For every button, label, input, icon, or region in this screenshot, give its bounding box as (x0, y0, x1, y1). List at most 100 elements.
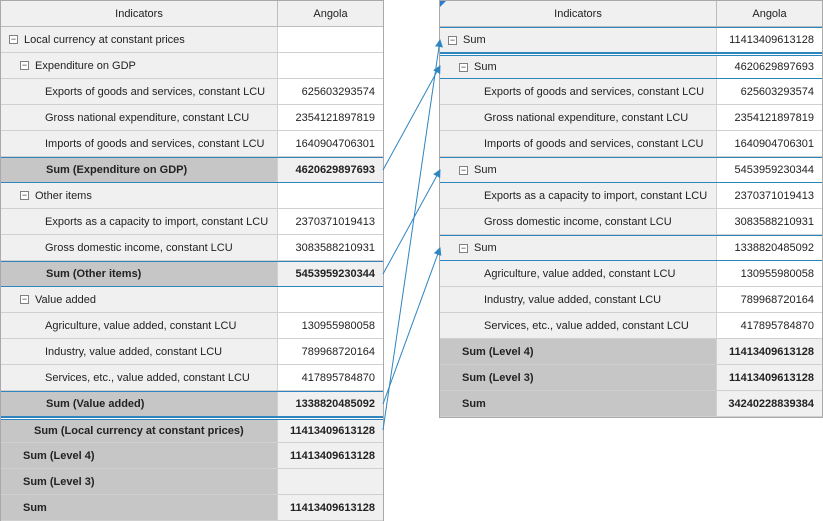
value-cell: 34240228839384 (717, 391, 822, 416)
row-label: Gross national expenditure, constant LCU (484, 111, 689, 124)
country-column-header[interactable]: Angola (278, 1, 383, 26)
row-label: Sum (474, 61, 497, 73)
sum-row[interactable]: Sum (Other items) 5453959230344 (1, 261, 383, 287)
value-cell: 3083588210931 (278, 235, 383, 260)
row-label: Sum (462, 397, 486, 410)
sum-row[interactable]: Sum (Value added) 1338820485092 (1, 391, 383, 417)
collapse-minus-icon[interactable]: − (9, 35, 18, 44)
right-table-header: Indicators Angola (440, 1, 822, 27)
row-label: Exports as a capacity to import, constan… (45, 215, 269, 228)
indicator-row[interactable]: Industry, value added, constant LCU 78996… (440, 287, 822, 313)
indicator-row[interactable]: Services, etc., value added, constant LC… (1, 365, 383, 391)
row-label: Services, etc., value added, constant LC… (45, 371, 250, 384)
value-cell (278, 53, 383, 78)
row-label: Gross domestic income, constant LCU (484, 215, 672, 228)
indicator-row[interactable]: Exports of goods and services, constant … (440, 79, 822, 105)
value-cell: 11413409613128 (717, 339, 822, 364)
value-cell: 3083588210931 (717, 209, 822, 234)
indicator-row[interactable]: Exports as a capacity to import, constan… (1, 209, 383, 235)
value-cell: 1640904706301 (717, 131, 822, 156)
left-table-header: Indicators Angola (1, 1, 383, 27)
indicator-row[interactable]: Industry, value added, constant LCU 78996… (1, 339, 383, 365)
corner-marker-icon (440, 1, 446, 7)
row-label: Imports of goods and services, constant … (45, 137, 265, 150)
value-cell: 5453959230344 (278, 262, 383, 286)
right-table-body: − Sum 11413409613128− Sum 4620629897693 Expor… (440, 27, 822, 417)
group-row[interactable]: − Other items (1, 183, 383, 209)
country-column-header[interactable]: Angola (717, 1, 822, 26)
row-label: Gross national expenditure, constant LCU (45, 111, 250, 124)
indicator-row[interactable]: Gross national expenditure, constant LCU… (440, 105, 822, 131)
value-cell: 130955980058 (717, 261, 822, 286)
sum-row[interactable]: Sum (Level 3) 11413409613128 (440, 365, 822, 391)
value-cell: 11413409613128 (717, 365, 822, 390)
group-row[interactable]: − Value added (1, 287, 383, 313)
row-label: Agriculture, value added, constant LCU (484, 267, 676, 280)
indicator-row[interactable]: Gross domestic income, constant LCU 30835… (1, 235, 383, 261)
value-cell: 2370371019413 (278, 209, 383, 234)
sum-row[interactable]: Sum (Local currency at constant prices) 1… (1, 417, 383, 443)
value-cell: 2354121897819 (278, 105, 383, 130)
collapse-minus-icon[interactable]: − (20, 295, 29, 304)
right-pivot-table: Indicators Angola − Sum 11413409613128− Sum… (439, 0, 823, 418)
group-row[interactable]: − Sum 1338820485092 (440, 235, 822, 261)
indicator-row[interactable]: Exports of goods and services, constant … (1, 79, 383, 105)
indicator-row[interactable]: Gross national expenditure, constant LCU… (1, 105, 383, 131)
value-cell: 4620629897693 (278, 158, 383, 182)
indicator-row[interactable]: Agriculture, value added, constant LCU 13… (440, 261, 822, 287)
row-label: Sum (474, 242, 497, 254)
indicator-row[interactable]: Exports as a capacity to import, constan… (440, 183, 822, 209)
row-label: Sum (23, 501, 47, 514)
sum-row[interactable]: Sum (Level 4) 11413409613128 (440, 339, 822, 365)
row-label: Sum (Expenditure on GDP) (46, 164, 188, 176)
row-label: Expenditure on GDP (35, 59, 136, 72)
value-cell: 11413409613128 (717, 28, 822, 52)
value-cell: 4620629897693 (717, 56, 822, 78)
value-cell: 625603293574 (278, 79, 383, 104)
value-cell: 11413409613128 (278, 495, 383, 520)
group-row[interactable]: − Local currency at constant prices (1, 27, 383, 53)
row-label: Sum (Level 4) (23, 449, 95, 462)
sum-row[interactable]: Sum (Level 4) 11413409613128 (1, 443, 383, 469)
indicator-row[interactable]: Agriculture, value added, constant LCU 13… (1, 313, 383, 339)
value-cell: 2354121897819 (717, 105, 822, 130)
value-cell: 1640904706301 (278, 131, 383, 156)
indicator-row[interactable]: Gross domestic income, constant LCU 30835… (440, 209, 822, 235)
indicator-row[interactable]: Imports of goods and services, constant … (1, 131, 383, 157)
row-label: Sum (Level 3) (23, 475, 95, 488)
row-label: Sum (Value added) (46, 398, 145, 410)
collapse-minus-icon[interactable]: − (20, 191, 29, 200)
left-pivot-table: Indicators Angola − Local currency at con… (0, 0, 384, 521)
indicators-column-header[interactable]: Indicators (440, 1, 717, 26)
sum-row[interactable]: Sum 11413409613128 (1, 495, 383, 521)
row-label: Sum (463, 34, 486, 46)
row-label: Sum (Local currency at constant prices) (34, 425, 244, 437)
collapse-minus-icon[interactable]: − (459, 165, 468, 175)
collapse-minus-icon[interactable]: − (20, 61, 29, 70)
indicator-row[interactable]: Services, etc., value added, constant LC… (440, 313, 822, 339)
value-cell: 130955980058 (278, 313, 383, 338)
value-cell: 789968720164 (717, 287, 822, 312)
value-cell (278, 183, 383, 208)
collapse-minus-icon[interactable]: − (459, 243, 468, 253)
group-row[interactable]: − Sum 4620629897693 (440, 53, 822, 79)
sum-row[interactable]: Sum (Level 3) (1, 469, 383, 495)
group-row[interactable]: − Sum 5453959230344 (440, 157, 822, 183)
row-label: Services, etc., value added, constant LC… (484, 319, 689, 332)
indicators-column-header[interactable]: Indicators (1, 1, 278, 26)
sum-row[interactable]: Sum 34240228839384 (440, 391, 822, 417)
value-cell: 1338820485092 (717, 236, 822, 260)
collapse-minus-icon[interactable]: − (448, 35, 457, 45)
indicator-row[interactable]: Imports of goods and services, constant … (440, 131, 822, 157)
value-cell: 417895784870 (717, 313, 822, 338)
mapping-arrow (382, 39, 443, 431)
sum-row[interactable]: Sum (Expenditure on GDP) 4620629897693 (1, 157, 383, 183)
group-row[interactable]: − Sum 11413409613128 (440, 27, 822, 53)
row-label: Industry, value added, constant LCU (484, 293, 662, 306)
row-label: Sum (Level 3) (462, 371, 534, 384)
row-label: Other items (35, 189, 92, 202)
value-cell (278, 469, 383, 494)
value-cell: 2370371019413 (717, 183, 822, 208)
collapse-minus-icon[interactable]: − (459, 62, 468, 72)
group-row[interactable]: − Expenditure on GDP (1, 53, 383, 79)
